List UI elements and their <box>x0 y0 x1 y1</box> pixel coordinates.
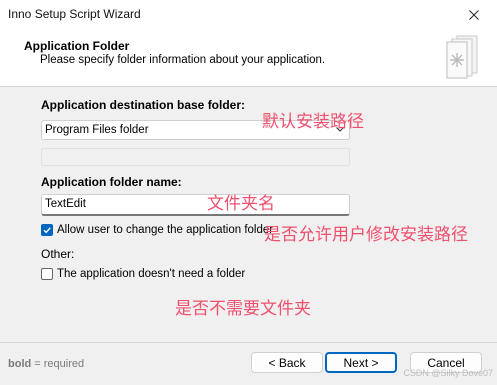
dest-base-select-value: Program Files folder <box>45 124 149 136</box>
required-hint-bold: bold <box>8 358 32 370</box>
other-label: Other: <box>41 247 75 261</box>
no-folder-label[interactable]: The application doesn't need a folder <box>57 268 245 280</box>
required-hint: bold = required <box>8 358 84 370</box>
close-button[interactable] <box>451 0 497 29</box>
title-bar: Inno Setup Script Wizard <box>0 0 497 29</box>
window-title: Inno Setup Script Wizard <box>8 7 141 21</box>
annotation-no-folder: 是否不需要文件夹 <box>175 299 311 319</box>
checkmark-icon <box>43 227 51 234</box>
folder-name-input-field[interactable] <box>42 195 348 213</box>
folder-name-label: Application folder name: <box>41 175 182 189</box>
custom-path-field-disabled <box>41 148 350 166</box>
wizard-document-icon <box>446 35 478 79</box>
annotation-folder-name: 文件夹名 <box>207 194 275 214</box>
close-icon <box>469 9 479 20</box>
page-header: Application Folder Please specify folder… <box>0 29 497 86</box>
no-folder-checkbox[interactable] <box>41 268 53 280</box>
watermark: CSDN @Silky Dove07 <box>403 368 493 378</box>
page-subtitle: Please specify folder information about … <box>40 54 326 66</box>
next-button[interactable]: Next > <box>325 352 397 373</box>
annotation-dest-default: 默认安装路径 <box>262 112 364 132</box>
wizard-window: Inno Setup Script Wizard Application Fol… <box>0 0 497 385</box>
allow-change-checkbox[interactable] <box>41 224 53 236</box>
back-button[interactable]: < Back <box>251 352 323 373</box>
required-hint-text: = required <box>31 358 85 370</box>
page-title: Application Folder <box>24 39 130 53</box>
annotation-allow-change: 是否允许用户修改安装路径 <box>264 225 468 245</box>
allow-change-label[interactable]: Allow user to change the application fol… <box>57 224 273 236</box>
dest-base-label: Application destination base folder: <box>41 98 246 112</box>
folder-name-input[interactable] <box>41 194 350 216</box>
